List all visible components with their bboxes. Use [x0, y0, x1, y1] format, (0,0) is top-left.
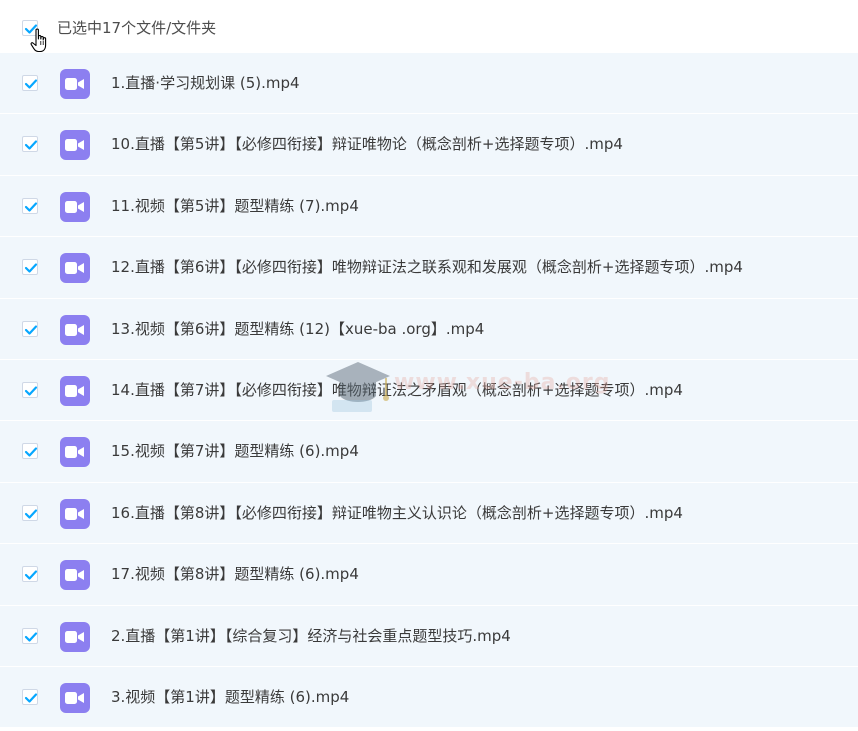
file-row[interactable]: 11.视频【第5讲】题型精练 (7).mp4	[0, 175, 858, 238]
file-row[interactable]: 3.视频【第1讲】题型精练 (6).mp4	[0, 666, 858, 729]
checkmark-icon	[24, 631, 38, 642]
selection-count-label: 已选中17个文件/文件夹	[57, 19, 217, 37]
file-checkbox[interactable]	[22, 136, 38, 153]
file-list: 1.直播·学习规划课 (5).mp4 10.直播【第5讲】【必修四衔接】辩证唯物论…	[0, 53, 858, 729]
checkmark-icon	[24, 509, 38, 519]
checkmark-icon	[24, 386, 38, 396]
file-name[interactable]: 13.视频【第6讲】题型精练 (12)【xue-ba .org】.mp4	[111, 319, 484, 339]
file-row[interactable]: 2.直播【第1讲】【综合复习】经济与社会重点题型技巧.mp4	[0, 605, 858, 667]
file-name[interactable]: 12.直播【第6讲】【必修四衔接】唯物辩证法之联系观和发展观（概念剖析+选择题专…	[111, 257, 743, 277]
file-checkbox[interactable]	[22, 627, 38, 644]
checkmark-icon	[24, 570, 38, 580]
video-file-icon	[60, 498, 90, 529]
checkmark-icon	[24, 140, 38, 150]
file-row[interactable]: 12.直播【第6讲】【必修四衔接】唯物辩证法之联系观和发展观（概念剖析+选择题专…	[0, 237, 858, 299]
video-file-icon	[60, 375, 90, 406]
video-file-icon	[60, 560, 90, 591]
file-name[interactable]: 3.视频【第1讲】题型精练 (6).mp4	[111, 687, 349, 707]
file-row[interactable]: 16.直播【第8讲】【必修四衔接】辩证唯物主义认识论（概念剖析+选择题专项）.m…	[0, 482, 858, 545]
video-file-icon	[60, 621, 90, 652]
file-name[interactable]: 14.直播【第7讲】【必修四衔接】唯物辩证法之矛盾观（概念剖析+选择题专项）.m…	[111, 380, 683, 400]
file-name[interactable]: 1.直播·学习规划课 (5).mp4	[111, 73, 300, 93]
selection-header: 已选中17个文件/文件夹	[0, 0, 858, 53]
file-name[interactable]: 17.视频【第8讲】题型精练 (6).mp4	[111, 564, 359, 584]
file-row[interactable]: 14.直播【第7讲】【必修四衔接】唯物辩证法之矛盾观（概念剖析+选择题专项）.m…	[0, 359, 858, 422]
file-checkbox[interactable]	[22, 381, 38, 398]
checkmark-icon	[24, 693, 38, 703]
file-checkbox[interactable]	[22, 443, 38, 460]
file-checkbox[interactable]	[22, 75, 38, 91]
file-checkbox[interactable]	[22, 566, 38, 583]
video-file-icon	[60, 437, 90, 468]
hand-pointer-icon	[30, 28, 47, 53]
video-file-icon	[60, 682, 90, 713]
video-file-icon	[60, 69, 90, 99]
checkmark-icon	[24, 202, 38, 212]
checkmark-icon	[24, 263, 38, 273]
file-row[interactable]: 13.视频【第6讲】题型精练 (12)【xue-ba .org】.mp4	[0, 298, 858, 360]
video-file-icon	[60, 130, 90, 161]
video-file-icon	[60, 191, 90, 222]
checkmark-icon	[24, 324, 38, 335]
video-file-icon	[60, 314, 90, 345]
file-row[interactable]: 1.直播·学习规划课 (5).mp4	[0, 53, 858, 115]
file-row[interactable]: 15.视频【第7讲】题型精练 (6).mp4	[0, 421, 858, 483]
file-checkbox[interactable]	[22, 504, 38, 521]
file-checkbox[interactable]	[22, 688, 38, 705]
file-name[interactable]: 11.视频【第5讲】题型精练 (7).mp4	[111, 196, 359, 216]
checkmark-icon	[24, 79, 38, 89]
file-name[interactable]: 16.直播【第8讲】【必修四衔接】辩证唯物主义认识论（概念剖析+选择题专项）.m…	[111, 503, 683, 523]
file-name[interactable]: 10.直播【第5讲】【必修四衔接】辩证唯物论（概念剖析+选择题专项）.mp4	[111, 134, 623, 154]
video-file-icon	[60, 253, 90, 284]
file-checkbox[interactable]	[22, 320, 38, 337]
file-checkbox[interactable]	[22, 259, 38, 276]
file-row[interactable]: 10.直播【第5讲】【必修四衔接】辩证唯物论（概念剖析+选择题专项）.mp4	[0, 114, 858, 176]
file-name[interactable]: 15.视频【第7讲】题型精练 (6).mp4	[111, 441, 359, 461]
file-row[interactable]: 17.视频【第8讲】题型精练 (6).mp4	[0, 544, 858, 606]
file-name[interactable]: 2.直播【第1讲】【综合复习】经济与社会重点题型技巧.mp4	[111, 626, 511, 646]
checkmark-icon	[24, 447, 38, 457]
file-checkbox[interactable]	[22, 197, 38, 214]
